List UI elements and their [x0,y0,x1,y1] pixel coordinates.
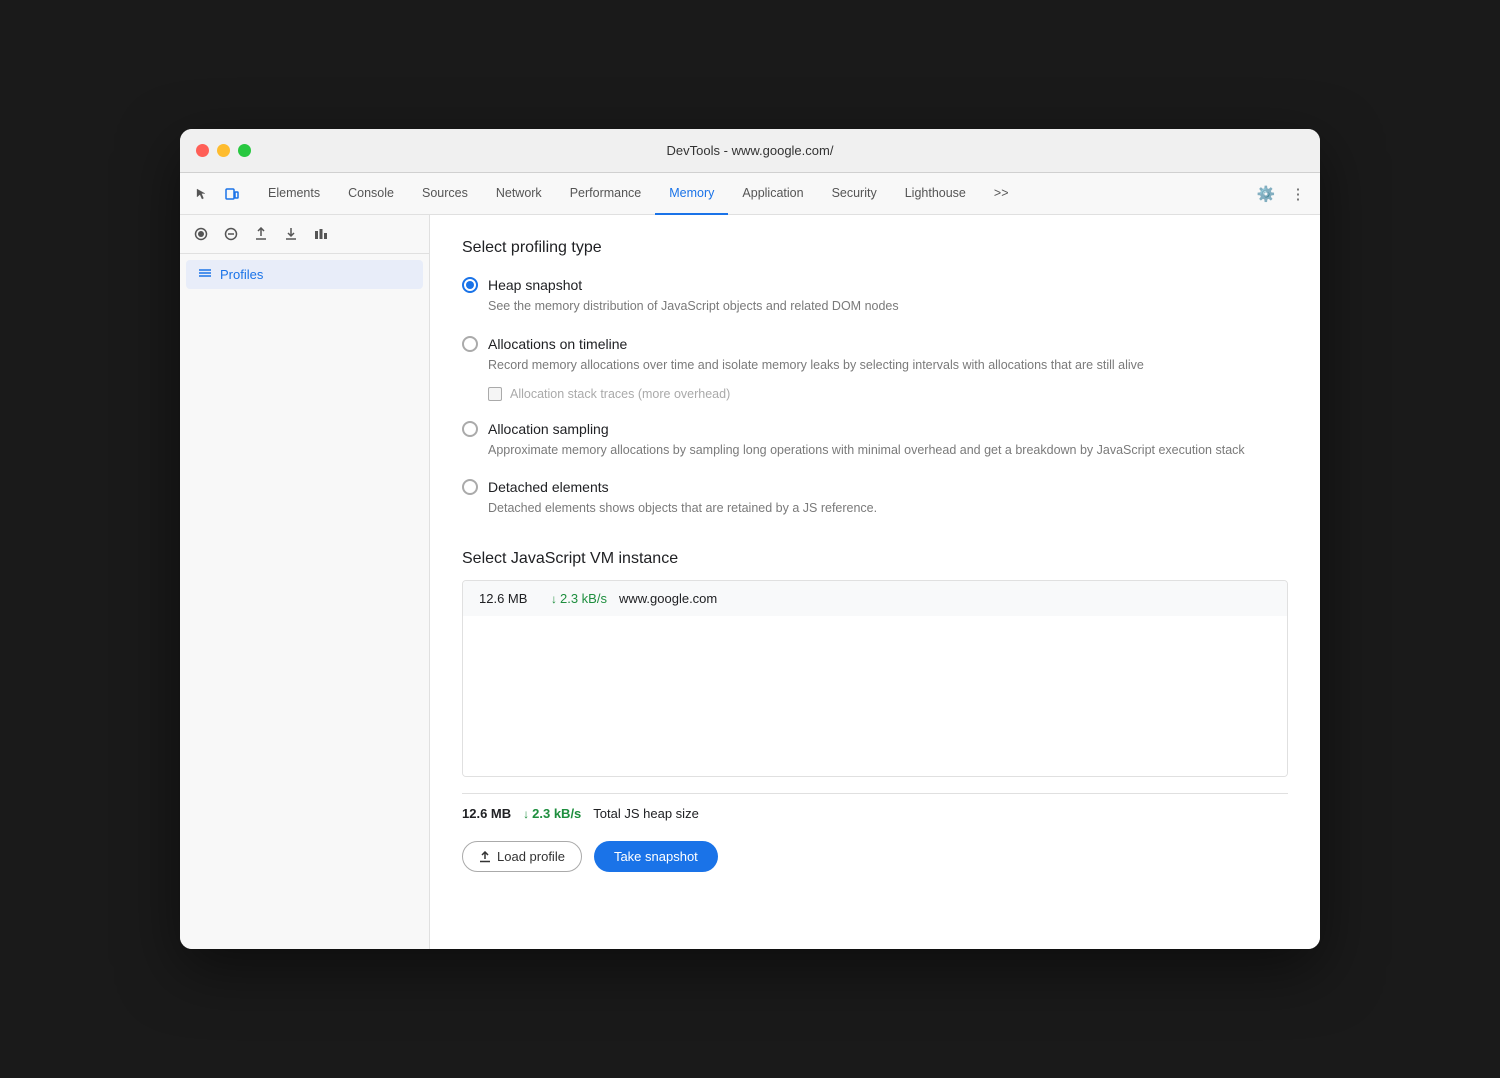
stats-icon-btn[interactable] [308,221,334,247]
tab-memory[interactable]: Memory [655,173,728,215]
option-header-allocations: Allocations on timeline [462,336,1288,352]
tab-network[interactable]: Network [482,173,556,215]
desc-allocation-sampling: Approximate memory allocations by sampli… [488,441,1288,460]
radio-heap-snapshot[interactable] [462,277,478,293]
profiling-options: Heap snapshot See the memory distributio… [462,277,1288,518]
radio-allocations-timeline[interactable] [462,336,478,352]
desc-heap-snapshot: See the memory distribution of JavaScrip… [488,297,1288,316]
sidebar-item-profiles[interactable]: Profiles [186,260,423,289]
radio-inner-heap [466,281,474,289]
option-header-sampling: Allocation sampling [462,421,1288,437]
toolbar-right: ⚙️ ⋮ [1252,180,1312,208]
take-snapshot-button[interactable]: Take snapshot [594,841,718,872]
traffic-lights [196,144,251,157]
tab-overflow[interactable]: >> [980,173,1023,215]
vm-rate: ↓ 2.3 kB/s [551,591,607,606]
load-profile-button[interactable]: Load profile [462,841,582,872]
radio-allocation-sampling[interactable] [462,421,478,437]
sidebar-items: Profiles [180,254,429,295]
profiles-label: Profiles [220,267,263,282]
vm-table: 12.6 MB ↓ 2.3 kB/s www.google.com [462,580,1288,777]
download-icon-btn[interactable] [278,221,304,247]
select-profiling-title: Select profiling type [462,239,1288,257]
checkbox-allocation-stack[interactable] [488,387,502,401]
clear-icon-btn[interactable] [218,221,244,247]
maximize-button[interactable] [238,144,251,157]
toolbar-icons [188,180,246,208]
tab-elements[interactable]: Elements [254,173,334,215]
window-title: DevTools - www.google.com/ [667,143,834,158]
label-heap-snapshot[interactable]: Heap snapshot [488,277,582,293]
status-memory: 12.6 MB [462,806,511,821]
status-bar: 12.6 MB ↓ 2.3 kB/s Total JS heap size [462,793,1288,829]
close-button[interactable] [196,144,209,157]
upload-icon-btn[interactable] [248,221,274,247]
status-down-arrow-icon: ↓ [523,807,529,821]
label-allocation-sampling[interactable]: Allocation sampling [488,421,609,437]
tab-console[interactable]: Console [334,173,408,215]
tabs-container: Elements Console Sources Network Perform… [254,173,1244,215]
desc-detached-elements: Detached elements shows objects that are… [488,499,1288,518]
radio-detached-elements[interactable] [462,479,478,495]
more-options-icon-btn[interactable]: ⋮ [1284,180,1312,208]
vm-row-google[interactable]: 12.6 MB ↓ 2.3 kB/s www.google.com [463,581,1287,616]
upload-icon [479,851,491,863]
option-detached-elements: Detached elements Detached elements show… [462,479,1288,518]
tab-bar: Elements Console Sources Network Perform… [180,173,1320,215]
tab-application[interactable]: Application [728,173,817,215]
label-allocations-timeline[interactable]: Allocations on timeline [488,336,627,352]
option-heap-snapshot: Heap snapshot See the memory distributio… [462,277,1288,316]
sec-toolbar-icons [180,215,429,254]
option-allocation-sampling: Allocation sampling Approximate memory a… [462,421,1288,460]
settings-icon-btn[interactable]: ⚙️ [1252,180,1280,208]
down-arrow-icon: ↓ [551,592,557,606]
status-rate: ↓ 2.3 kB/s [523,806,581,821]
main-content: Select profiling type Heap snapshot See … [430,215,1320,949]
device-icon-btn[interactable] [218,180,246,208]
checkbox-row-allocation-stack: Allocation stack traces (more overhead) [488,387,1288,401]
action-buttons: Load profile Take snapshot [462,841,1288,872]
profiles-icon [198,266,212,283]
desc-allocations-timeline: Record memory allocations over time and … [488,356,1288,375]
label-allocation-stack: Allocation stack traces (more overhead) [510,387,730,401]
status-label: Total JS heap size [593,806,699,821]
sidebar: Profiles [180,215,430,949]
vm-memory: 12.6 MB [479,591,539,606]
titlebar: DevTools - www.google.com/ [180,129,1320,173]
cursor-icon-btn[interactable] [188,180,216,208]
vm-section-title: Select JavaScript VM instance [462,550,1288,568]
devtools-window: DevTools - www.google.com/ Elements Cons… [180,129,1320,949]
tab-lighthouse[interactable]: Lighthouse [891,173,980,215]
record-icon-btn[interactable] [188,221,214,247]
option-header-detached: Detached elements [462,479,1288,495]
devtools-body: Profiles Select profiling type Heap snap… [180,215,1320,949]
tab-performance[interactable]: Performance [556,173,656,215]
tab-sources[interactable]: Sources [408,173,482,215]
option-allocations-timeline: Allocations on timeline Record memory al… [462,336,1288,401]
vm-url: www.google.com [619,591,717,606]
option-header-heap: Heap snapshot [462,277,1288,293]
label-detached-elements[interactable]: Detached elements [488,479,609,495]
minimize-button[interactable] [217,144,230,157]
vm-empty-area [463,616,1287,776]
tab-security[interactable]: Security [818,173,891,215]
